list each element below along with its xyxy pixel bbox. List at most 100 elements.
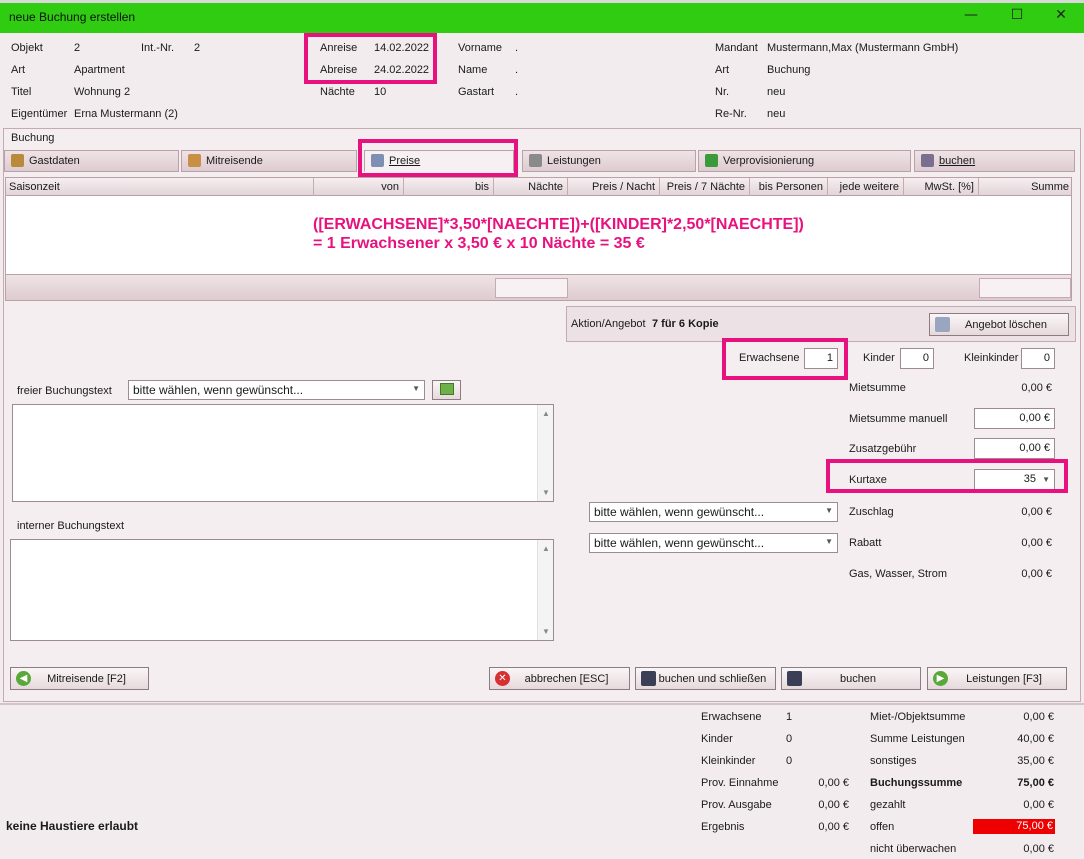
sum-kinder-value: 0	[786, 733, 793, 745]
button-label: buchen und schließen	[658, 673, 767, 685]
zuschlag-select[interactable]: bitte wählen, wenn gewünscht... ▼	[589, 502, 838, 522]
divider	[0, 703, 1084, 705]
buchen-button[interactable]: buchen	[781, 667, 921, 690]
offen-label: offen	[870, 821, 895, 833]
offen-value: 75,00 €	[973, 819, 1055, 834]
calculation-annotation: = 1 Erwachsener x 3,50 € x 10 Nächte = 3…	[313, 235, 645, 252]
gas-value: 0,00 €	[1021, 568, 1052, 580]
select-value: bitte wählen, wenn gewünscht...	[133, 383, 304, 397]
name-label: Name	[458, 64, 488, 76]
title-bar: neue Buchung erstellen — ☐ ✕	[0, 0, 1084, 33]
miet-objektsumme-label: Miet-/Objektsumme	[870, 711, 966, 723]
scrollbar[interactable]: ▲ ▼	[537, 540, 553, 640]
renr-value: neu	[767, 108, 786, 120]
column-header[interactable]: Preis / Nacht	[568, 178, 660, 196]
buchungssumme-label: Buchungssumme	[870, 777, 963, 789]
insert-text-button[interactable]	[432, 380, 461, 400]
column-header[interactable]: Nächte	[494, 178, 568, 196]
column-header[interactable]: Preis / 7 Nächte	[660, 178, 750, 196]
kleinkinder-label: Kleinkinder	[964, 352, 1019, 364]
button-label: Angebot löschen	[965, 319, 1047, 331]
window-title: neue Buchung erstellen	[9, 10, 136, 24]
kleinkinder-input[interactable]: 0	[1021, 348, 1055, 369]
gastart-label: Gastart	[458, 86, 495, 98]
formula-annotation: ([ERWACHSENE]*3,50*[NAECHTE])+([KINDER]*…	[313, 216, 804, 233]
insert-icon	[439, 383, 454, 395]
scrollbar[interactable]: ▲ ▼	[537, 405, 553, 501]
interner-buchungstext[interactable]: ▲ ▼	[10, 539, 554, 641]
pet-note: keine Haustiere erlaubt	[6, 819, 139, 833]
ergebnis-value: 0,00 €	[818, 821, 849, 833]
prov-ausgabe-label: Prov. Ausgabe	[701, 799, 772, 811]
grid-header: Saisonzeit von bis Nächte Preis / Nacht …	[5, 177, 1072, 196]
nicht-ueberwachen-value: 0,00 €	[1023, 843, 1054, 855]
tab-buchen[interactable]: buchen	[914, 150, 1075, 172]
column-header[interactable]: von	[314, 178, 404, 196]
frei-label: freier Buchungstext	[17, 385, 112, 397]
gezahlt-value: 0,00 €	[1023, 799, 1054, 811]
rabatt-select[interactable]: bitte wählen, wenn gewünscht... ▼	[589, 533, 838, 553]
column-header[interactable]: jede weitere	[828, 178, 904, 196]
footer-sum-cell	[979, 278, 1071, 298]
sum-erwachsene-value: 1	[786, 711, 793, 723]
frei-buchungstext[interactable]: ▲ ▼	[12, 404, 554, 502]
button-label: Leistungen [F3]	[966, 673, 1042, 685]
chevron-down-icon: ▼	[412, 384, 420, 393]
grid-footer	[5, 274, 1072, 301]
mietsumme-value: 0,00 €	[1021, 382, 1052, 394]
scroll-down-icon[interactable]: ▼	[542, 627, 550, 636]
footer-total-cell	[495, 278, 568, 298]
scroll-up-icon[interactable]: ▲	[542, 409, 550, 418]
mietsumme-manuell-input[interactable]: 0,00 €	[974, 408, 1055, 429]
delete-offer-icon	[935, 317, 950, 332]
art-value: Apartment	[74, 64, 125, 76]
aktion-label: Aktion/Angebot	[571, 318, 646, 330]
vorname-label: Vorname	[458, 42, 503, 54]
save-icon	[787, 671, 802, 686]
nr-label: Nr.	[715, 86, 730, 98]
maximize-button[interactable]: ☐	[1002, 7, 1032, 31]
sum-kleinkinder-value: 0	[786, 755, 793, 767]
tab-label: Leistungen	[547, 155, 601, 167]
button-label: Mitreisende [F2]	[47, 673, 126, 685]
ergebnis-label: Ergebnis	[701, 821, 745, 833]
aktion-value: 7 für 6 Kopie	[652, 318, 719, 330]
scroll-up-icon[interactable]: ▲	[542, 544, 550, 553]
buchen-und-schliessen-button[interactable]: buchen und schließen	[635, 667, 776, 690]
column-header[interactable]: bis	[404, 178, 494, 196]
leistungen-button[interactable]: ▶ Leistungen [F3]	[927, 667, 1067, 690]
abbrechen-button[interactable]: ✕ abbrechen [ESC]	[489, 667, 630, 690]
minimize-button[interactable]: —	[956, 7, 986, 31]
person-icon	[11, 154, 24, 167]
sum-kleinkinder-label: Kleinkinder	[701, 755, 756, 767]
tab-gastdaten[interactable]: Gastdaten	[4, 150, 179, 172]
column-header[interactable]: Summe	[979, 178, 1073, 196]
zusatzgebuehr-input[interactable]: 0,00 €	[974, 438, 1055, 459]
vorname-value: .	[515, 42, 519, 54]
prov-einnahme-label: Prov. Einnahme	[701, 777, 779, 789]
titel-value: Wohnung 2	[74, 86, 131, 98]
sum-kinder-label: Kinder	[701, 733, 733, 745]
tab-label: Verprovisionierung	[723, 155, 815, 167]
close-button[interactable]: ✕	[1046, 7, 1076, 31]
tab-mitreisende[interactable]: Mitreisende	[181, 150, 357, 172]
mitreisende-button[interactable]: ◀ Mitreisende [F2]	[10, 667, 149, 690]
tools-icon	[529, 154, 542, 167]
prov-ausgabe-value: 0,00 €	[818, 799, 849, 811]
preise-tab-highlight	[358, 139, 518, 177]
angebot-loeschen-button[interactable]: Angebot löschen	[929, 313, 1069, 336]
column-header[interactable]: bis Personen	[750, 178, 828, 196]
mandant-value: Mustermann,Max (Mustermann GmbH)	[767, 42, 959, 54]
intnr-value: 2	[194, 42, 201, 54]
mietsumme-manuell-label: Mietsumme manuell	[849, 413, 948, 425]
aktion-panel: Aktion/Angebot 7 für 6 Kopie Angebot lös…	[566, 306, 1076, 342]
gastart-value: .	[515, 86, 519, 98]
frei-text-select[interactable]: bitte wählen, wenn gewünscht... ▼	[128, 380, 425, 400]
tab-verprovisionierung[interactable]: Verprovisionierung	[698, 150, 911, 172]
kinder-input[interactable]: 0	[900, 348, 934, 369]
tab-leistungen[interactable]: Leistungen	[522, 150, 696, 172]
column-header[interactable]: MwSt. [%]	[904, 178, 979, 196]
scroll-down-icon[interactable]: ▼	[542, 488, 550, 497]
column-header[interactable]: Saisonzeit	[6, 178, 314, 196]
gezahlt-label: gezahlt	[870, 799, 906, 811]
